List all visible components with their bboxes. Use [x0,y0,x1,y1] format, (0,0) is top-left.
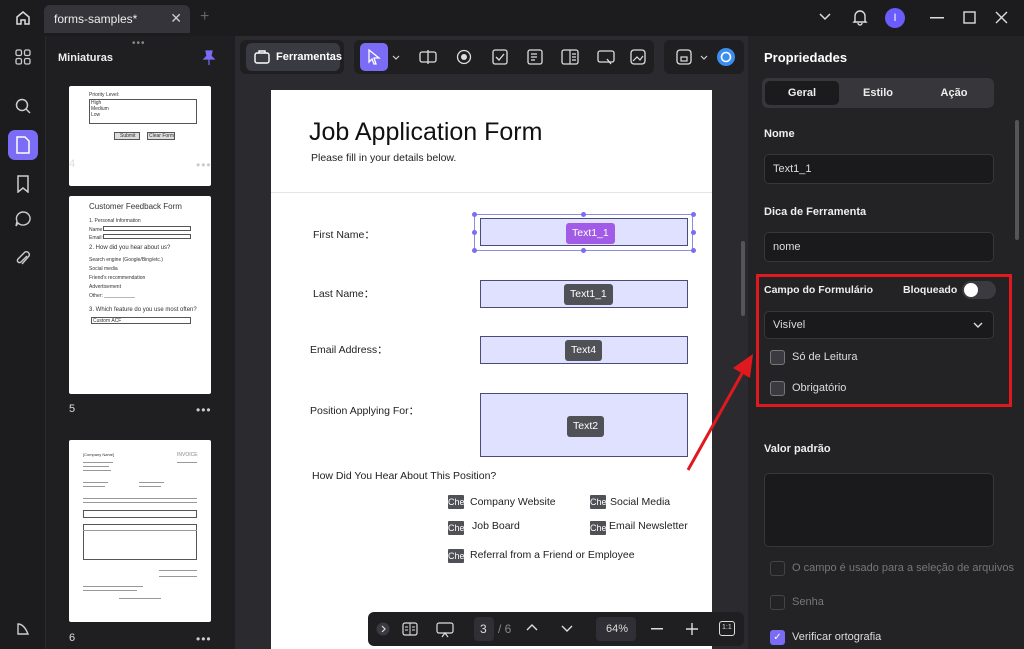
arrow-annotation-icon [686,354,753,471]
app-window: forms-samples* ✕ + I ••• Miniaturas Prio… [0,0,1024,649]
